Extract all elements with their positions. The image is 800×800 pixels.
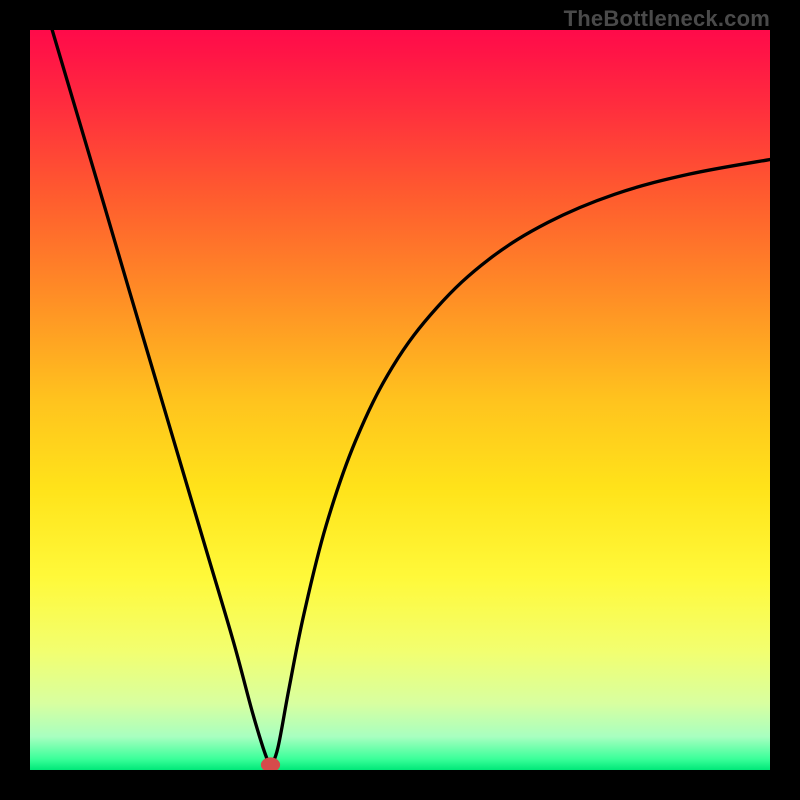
minimum-marker (261, 757, 280, 770)
curve-layer (30, 30, 770, 770)
chart-container: TheBottleneck.com (0, 0, 800, 800)
plot-area (30, 30, 770, 770)
right-branch-curve (271, 160, 771, 768)
left-branch-curve (52, 30, 270, 768)
watermark-text: TheBottleneck.com (564, 6, 770, 32)
